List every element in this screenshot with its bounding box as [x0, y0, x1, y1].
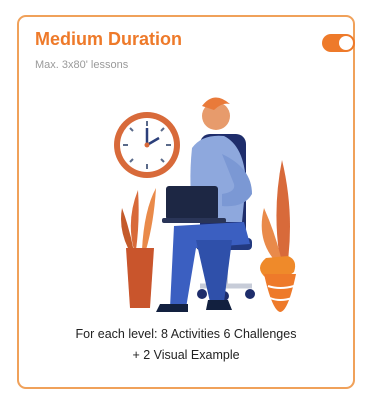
toggle-knob: [339, 36, 353, 50]
wall-clock-icon: [114, 112, 180, 178]
laptop-icon: [162, 186, 226, 223]
lesson-content-description: For each level: 8 Activities 6 Challenge…: [19, 324, 353, 366]
right-plant-icon: [260, 160, 296, 312]
duration-option-card[interactable]: Medium Duration Max. 3x80' lessons For e…: [17, 15, 355, 389]
left-plant-icon: [121, 188, 156, 308]
card-subtitle: Max. 3x80' lessons: [35, 59, 129, 71]
duration-toggle-switch[interactable]: [322, 34, 355, 52]
person-working-at-laptop-illustration: [114, 97, 296, 312]
description-line-2: + 2 Visual Example: [132, 348, 240, 362]
description-line-1: For each level: 8 Activities 6 Challenge…: [75, 327, 297, 341]
card-title: Medium Duration: [35, 29, 182, 49]
